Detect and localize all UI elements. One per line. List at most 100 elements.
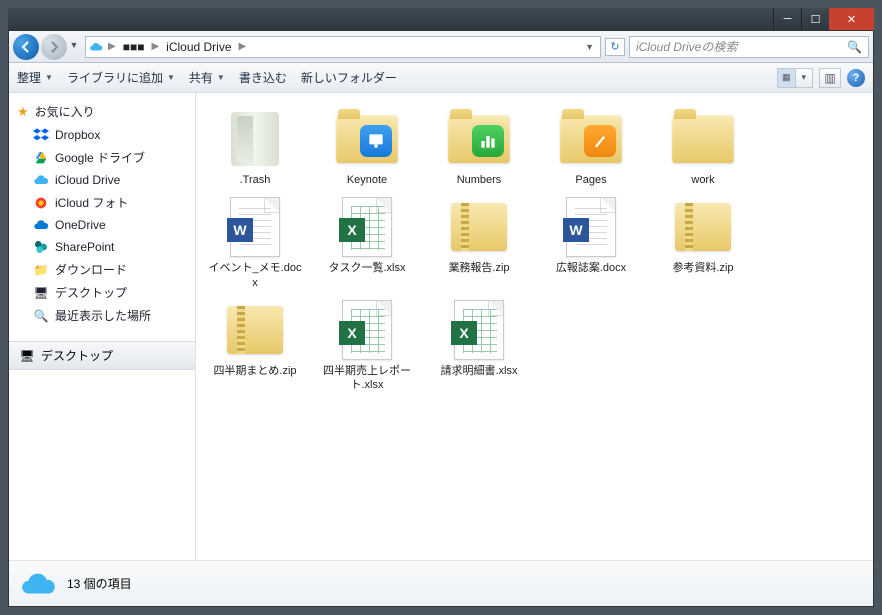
iphoto-icon (33, 195, 49, 211)
close-button[interactable]: ✕ (829, 8, 874, 30)
sidebar-item-label: 最近表示した場所 (55, 307, 151, 324)
maximize-button[interactable]: ☐ (801, 8, 829, 30)
sidebar-item-label: Dropbox (55, 128, 100, 142)
file-name: 四半期売上レポート.xlsx (318, 364, 416, 393)
search-input[interactable]: iCloud Driveの検索 🔍 (629, 36, 869, 58)
sidebar-item-download[interactable]: 📁ダウンロード (9, 258, 195, 281)
file-thumb: W (219, 195, 291, 259)
file-item[interactable]: W 広報誌案.docx (542, 195, 640, 290)
status-bar: 13 個の項目 (9, 560, 873, 606)
breadcrumb-user[interactable]: ■■■ (120, 40, 148, 54)
sidebar-item-dropbox[interactable]: Dropbox (9, 124, 195, 146)
file-item[interactable]: X 請求明細書.xlsx (430, 298, 528, 393)
icloud-icon (88, 39, 104, 55)
dropbox-icon (33, 127, 49, 143)
gdrive-icon (33, 150, 49, 166)
file-item[interactable]: 四半期まとめ.zip (206, 298, 304, 393)
sidebar-item-icloud[interactable]: iCloud Drive (9, 169, 195, 191)
favorites-header[interactable]: ★ お気に入り (9, 99, 195, 124)
onedrive-icon (33, 217, 49, 233)
file-name: Pages (575, 173, 606, 187)
sidebar-item-label: Google ドライブ (55, 149, 145, 166)
sidebar: ★ お気に入り Dropbox Google ドライブ iCloud Drive iC… (9, 93, 196, 560)
file-item[interactable]: X タスク一覧.xlsx (318, 195, 416, 290)
organize-button[interactable]: 整理▼ (17, 69, 53, 86)
file-name: イベント_メモ.docx (206, 261, 304, 290)
refresh-button[interactable]: ↻ (605, 38, 625, 56)
file-thumb: X (331, 298, 403, 362)
sidebar-item-label: OneDrive (55, 218, 106, 232)
star-icon: ★ (17, 104, 29, 120)
file-name: Numbers (457, 173, 502, 187)
sidebar-item-label: iCloud フォト (55, 194, 128, 211)
file-thumb (443, 195, 515, 259)
file-item[interactable]: .Trash (206, 107, 304, 187)
file-item[interactable]: Wイベント_メモ.docx (206, 195, 304, 290)
file-name: 請求明細書.xlsx (441, 364, 518, 378)
file-thumb: X (443, 298, 515, 362)
address-dropdown[interactable]: ▼ (581, 42, 598, 52)
sharepoint-icon (33, 239, 49, 255)
file-item[interactable]: X四半期売上レポート.xlsx (318, 298, 416, 393)
add-library-button[interactable]: ライブラリに追加▼ (67, 69, 175, 86)
sidebar-item-gdrive[interactable]: Google ドライブ (9, 146, 195, 169)
breadcrumb-separator-icon: ▶ (239, 41, 247, 52)
file-item[interactable]: Keynote (318, 107, 416, 187)
desktop-icon: 🖥 (33, 285, 49, 301)
download-icon: 📁 (33, 262, 49, 278)
sidebar-item-iphoto[interactable]: iCloud フォト (9, 191, 195, 214)
sidebar-item-recent[interactable]: 🔍最近表示した場所 (9, 304, 195, 327)
file-item[interactable]: Numbers (430, 107, 528, 187)
preview-pane-button[interactable]: ▥ (819, 68, 841, 88)
sidebar-item-label: デスクトップ (55, 284, 127, 301)
file-item[interactable]: 参考資料.zip (654, 195, 752, 290)
file-item[interactable]: Pages (542, 107, 640, 187)
file-name: 参考資料.zip (672, 261, 733, 275)
file-thumb: X (331, 195, 403, 259)
sidebar-desktop[interactable]: 🖥 デスクトップ (9, 341, 195, 370)
file-area[interactable]: .TrashKeynoteNumbersPagesworkWイベント_メモ.do… (196, 93, 873, 560)
titlebar: ─ ☐ ✕ (8, 8, 874, 30)
toolbar: 整理▼ ライブラリに追加▼ 共有▼ 書き込む 新しいフォルダー ▦▾ ▥ ? (9, 63, 873, 93)
file-thumb (667, 107, 739, 171)
file-thumb (667, 195, 739, 259)
sidebar-item-desktop[interactable]: 🖥 デスクトップ (9, 281, 195, 304)
burn-button[interactable]: 書き込む (239, 69, 287, 86)
file-name: 業務報告.zip (448, 261, 509, 275)
share-button[interactable]: 共有▼ (189, 69, 225, 86)
desktop-icon: 🖥 (19, 348, 35, 364)
back-button[interactable] (13, 34, 39, 60)
file-thumb (331, 107, 403, 171)
sidebar-item-label: SharePoint (55, 240, 114, 254)
file-thumb (555, 107, 627, 171)
sidebar-item-onedrive[interactable]: OneDrive (9, 214, 195, 236)
status-text: 13 個の項目 (67, 575, 132, 592)
search-icon: 🔍 (847, 40, 862, 54)
breadcrumb-location[interactable]: iCloud Drive (163, 40, 234, 54)
sidebar-item-sharepoint[interactable]: SharePoint (9, 236, 195, 258)
address-field[interactable]: ▶ ■■■ ▶ iCloud Drive ▶ ▼ (85, 36, 601, 58)
minimize-button[interactable]: ─ (773, 8, 801, 30)
file-name: Keynote (347, 173, 387, 187)
file-name: タスク一覧.xlsx (329, 261, 406, 275)
file-name: 広報誌案.docx (556, 261, 626, 275)
file-name: work (691, 173, 714, 187)
address-bar: ▼ ▶ ■■■ ▶ iCloud Drive ▶ ▼ ↻ iCloud Driv… (9, 31, 873, 63)
icloud-icon (19, 569, 57, 599)
file-thumb: W (555, 195, 627, 259)
new-folder-button[interactable]: 新しいフォルダー (301, 69, 397, 86)
icloud-icon (33, 172, 49, 188)
sidebar-item-label: iCloud Drive (55, 173, 120, 187)
file-thumb (219, 298, 291, 362)
breadcrumb-separator-icon: ▶ (108, 41, 116, 52)
view-mode-button[interactable]: ▦▾ (777, 68, 813, 88)
nav-history-dropdown[interactable]: ▼ (67, 34, 81, 56)
file-item[interactable]: 業務報告.zip (430, 195, 528, 290)
forward-button[interactable] (41, 34, 67, 60)
breadcrumb-separator-icon: ▶ (151, 41, 159, 52)
file-name: .Trash (240, 173, 271, 187)
file-item[interactable]: work (654, 107, 752, 187)
file-thumb (443, 107, 515, 171)
help-button[interactable]: ? (847, 69, 865, 87)
search-placeholder: iCloud Driveの検索 (636, 38, 737, 55)
